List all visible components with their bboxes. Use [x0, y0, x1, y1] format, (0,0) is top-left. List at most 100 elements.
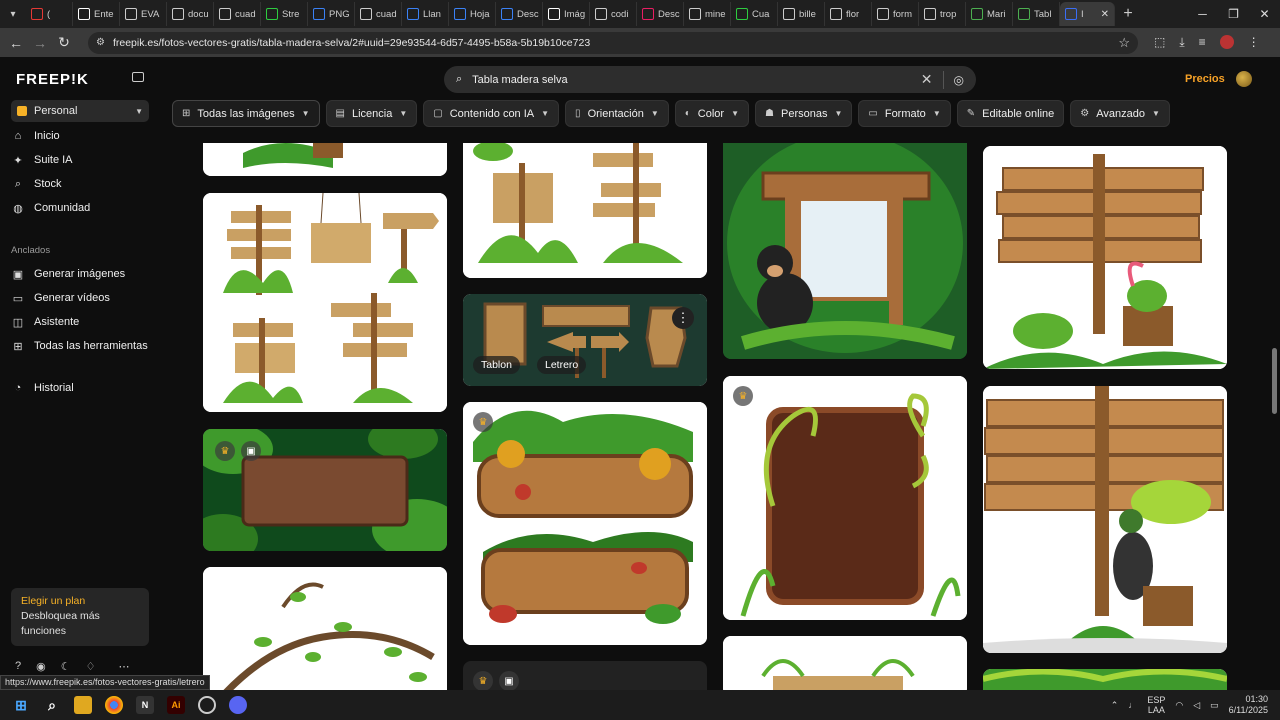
- browser-tab[interactable]: (: [26, 2, 73, 26]
- filter-format[interactable]: ▭ Formato ▼: [858, 100, 951, 127]
- result-card[interactable]: [203, 567, 447, 690]
- browser-tab[interactable]: bille: [778, 2, 825, 26]
- windows-start-icon[interactable]: ⊞: [12, 696, 30, 714]
- maximize-icon[interactable]: ❐: [1218, 7, 1249, 21]
- notification-icon[interactable]: ♢: [86, 660, 96, 673]
- browser-tab[interactable]: flor: [825, 2, 872, 26]
- url-field[interactable]: ⚙ freepik.es/fotos-vectores-gratis/tabla…: [88, 31, 1138, 54]
- browser-tab[interactable]: trop: [919, 2, 966, 26]
- search-bar[interactable]: ⌕ Tabla madera selva ✕ ◎: [444, 66, 976, 93]
- filter-color[interactable]: ◐ Color ▼: [674, 100, 750, 127]
- filter-license[interactable]: ▤ Licencia ▼: [325, 100, 418, 127]
- filter-editable-online[interactable]: ✎ Editable online: [956, 100, 1065, 127]
- sidebar-item-stock[interactable]: ⌕ Stock: [11, 175, 149, 193]
- browser-tab[interactable]: Cua: [731, 2, 778, 26]
- sidebar-item-inicio[interactable]: ⌂ Inicio: [11, 127, 149, 145]
- new-tab-button[interactable]: +: [1115, 5, 1141, 23]
- illustrator-icon[interactable]: Ai: [167, 696, 185, 714]
- more-options-icon[interactable]: ⋮: [672, 307, 694, 329]
- sidebar-item-historial[interactable]: ◔ Historial: [11, 379, 149, 397]
- discord-icon[interactable]: ◉: [36, 660, 46, 673]
- sidebar-item-todas-herramientas[interactable]: ⊞ Todas las herramientas: [11, 337, 149, 355]
- help-icon[interactable]: ?: [15, 660, 21, 673]
- workspace-selector[interactable]: Personal ▼: [11, 100, 149, 122]
- result-card[interactable]: [203, 143, 447, 176]
- related-tag[interactable]: Tablon: [473, 356, 520, 374]
- browser-tab[interactable]: cuad: [214, 2, 261, 26]
- search-icon[interactable]: ⌕: [43, 696, 61, 714]
- result-card-hovered[interactable]: ⋮ Tablon Letrero: [463, 294, 707, 386]
- site-info-icon[interactable]: ⚙: [96, 37, 105, 48]
- result-card[interactable]: [203, 193, 447, 412]
- result-card[interactable]: [723, 143, 967, 359]
- back-icon[interactable]: ←: [4, 35, 28, 51]
- collapse-sidebar-icon[interactable]: [132, 72, 144, 82]
- result-card[interactable]: ♛ ▣: [463, 661, 707, 690]
- media-icon[interactable]: ≡: [1199, 35, 1206, 50]
- result-card[interactable]: [723, 636, 967, 690]
- extensions-icon[interactable]: ⬚: [1154, 35, 1165, 50]
- browser-tab[interactable]: docu: [167, 2, 214, 26]
- result-card[interactable]: [983, 146, 1227, 369]
- page-scrollbar[interactable]: [1272, 348, 1277, 414]
- tray-expand-icon[interactable]: ⌃: [1111, 700, 1119, 711]
- upgrade-plan-card[interactable]: Elegir un plan Desbloquea más funciones: [11, 588, 149, 646]
- filter-all-images[interactable]: ⊞ Todas las imágenes ▼: [172, 100, 320, 127]
- browser-tab[interactable]: codi: [590, 2, 637, 26]
- search-input[interactable]: Tabla madera selva: [472, 74, 567, 86]
- result-card[interactable]: ♛: [463, 402, 707, 645]
- sidebar-item-suite-ia[interactable]: ✦ Suite IA: [11, 151, 149, 169]
- battery-icon[interactable]: ▭: [1210, 700, 1219, 711]
- sidebar-item-generar-imagenes[interactable]: ▣ Generar imágenes: [11, 265, 149, 283]
- minimize-icon[interactable]: ─: [1187, 7, 1218, 21]
- result-card[interactable]: [463, 143, 707, 278]
- browser-tab[interactable]: Llan: [402, 2, 449, 26]
- browser-tab[interactable]: Tabl: [1013, 2, 1060, 26]
- pricing-link[interactable]: Precios: [1185, 73, 1225, 85]
- result-card[interactable]: [983, 386, 1227, 653]
- result-card[interactable]: [983, 669, 1227, 690]
- browser-tab[interactable]: I ✕: [1060, 2, 1115, 26]
- app-icon[interactable]: [198, 696, 216, 714]
- system-clock[interactable]: 01:30 6/11/2025: [1229, 694, 1268, 716]
- notion-icon[interactable]: N: [136, 696, 154, 714]
- browser-tab[interactable]: Desc: [637, 2, 684, 26]
- wifi-icon[interactable]: ◠: [1175, 700, 1183, 711]
- browser-tab[interactable]: Mari: [966, 2, 1013, 26]
- browser-tab[interactable]: form: [872, 2, 919, 26]
- browser-tab[interactable]: PNG: [308, 2, 355, 26]
- more-icon[interactable]: ⋯: [118, 660, 129, 673]
- filter-ai-content[interactable]: ▢ Contenido con IA ▼: [423, 100, 560, 127]
- browser-tab[interactable]: Ente: [73, 2, 120, 26]
- theme-icon[interactable]: ☾: [61, 660, 71, 673]
- close-tab-icon[interactable]: ✕: [1101, 9, 1109, 20]
- profile-avatar[interactable]: [1219, 35, 1234, 49]
- tab-search-icon[interactable]: ▾: [0, 0, 26, 28]
- browser-tab[interactable]: Stre: [261, 2, 308, 26]
- microphone-icon[interactable]: ♩: [1128, 700, 1137, 710]
- chrome-icon[interactable]: [105, 696, 123, 714]
- sidebar-item-comunidad[interactable]: ◍ Comunidad: [11, 199, 149, 217]
- browser-tab[interactable]: Imág: [543, 2, 590, 26]
- download-icon[interactable]: ⤓: [1179, 35, 1184, 50]
- bookmark-star-icon[interactable]: ☆: [1118, 35, 1130, 51]
- result-card[interactable]: ♛ ▣: [203, 429, 447, 551]
- result-card[interactable]: ♛: [723, 376, 967, 620]
- related-tag[interactable]: Letrero: [537, 356, 587, 374]
- filter-advanced[interactable]: ⚙ Avanzado ▼: [1070, 100, 1170, 127]
- language-indicator[interactable]: ESP LAA: [1147, 695, 1165, 715]
- close-window-icon[interactable]: ✕: [1249, 7, 1280, 21]
- browser-tab[interactable]: Hoja: [449, 2, 496, 26]
- forward-icon[interactable]: →: [28, 35, 52, 51]
- browser-tab[interactable]: mine: [684, 2, 731, 26]
- filter-people[interactable]: ☗ Personas ▼: [755, 100, 853, 127]
- volume-icon[interactable]: ◁: [1193, 700, 1200, 711]
- freepik-logo[interactable]: FREEP!K: [16, 71, 89, 88]
- browser-tab[interactable]: Desc: [496, 2, 543, 26]
- camera-search-icon[interactable]: ◎: [954, 73, 964, 87]
- user-avatar[interactable]: [1236, 71, 1252, 87]
- discord-icon[interactable]: [229, 696, 247, 714]
- browser-tab[interactable]: cuad: [355, 2, 402, 26]
- reload-icon[interactable]: ↻: [52, 34, 76, 51]
- sidebar-item-generar-videos[interactable]: ▭ Generar vídeos: [11, 289, 149, 307]
